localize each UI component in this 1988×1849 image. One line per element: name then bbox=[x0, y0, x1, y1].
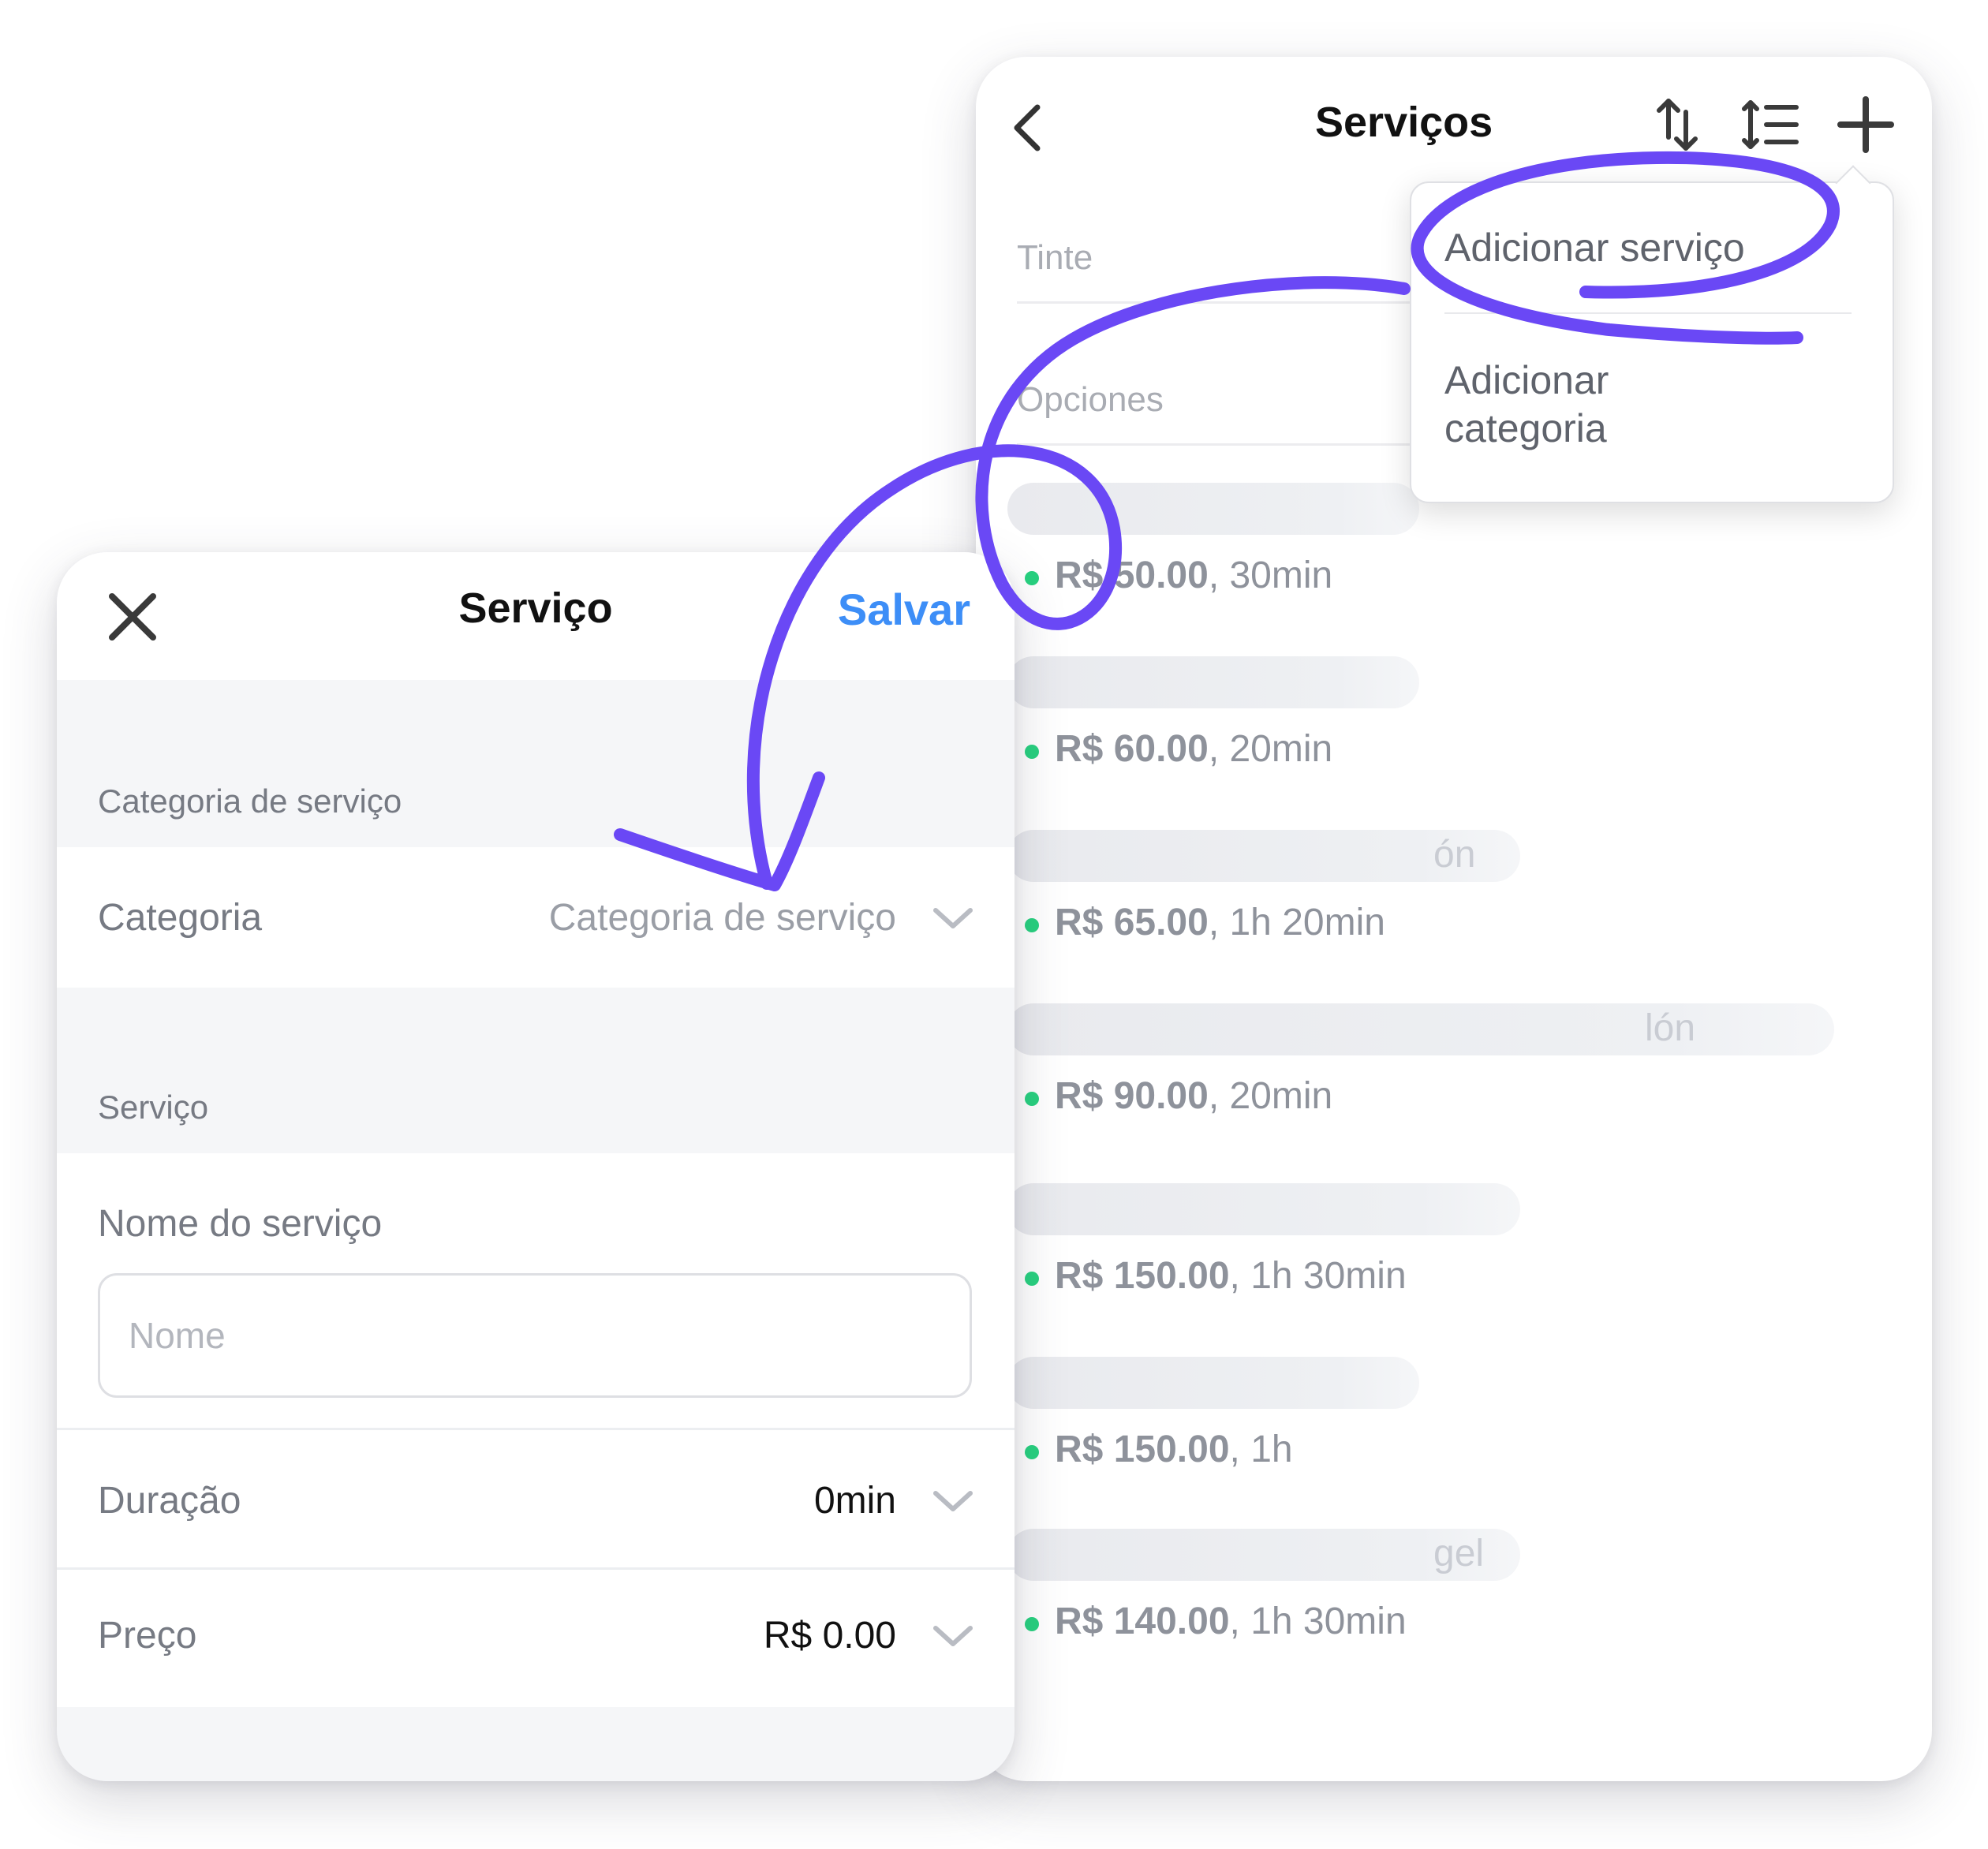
menu-item-add-service[interactable]: Adicionar serviço bbox=[1444, 224, 1745, 272]
list-order-button[interactable] bbox=[1740, 93, 1803, 156]
add-button[interactable] bbox=[1834, 93, 1897, 156]
service-meta: R$ 65.00, 1h 20min bbox=[1055, 902, 1385, 943]
chevron-down-icon bbox=[933, 908, 973, 928]
category-row-opciones[interactable]: Opciones bbox=[1017, 357, 1427, 446]
service-item[interactable]: gel R$ 140.00, 1h 30min bbox=[1007, 1529, 1875, 1679]
status-dot bbox=[1025, 1445, 1039, 1459]
service-meta: R$ 150.00, 1h 30min bbox=[1055, 1255, 1407, 1297]
status-dot bbox=[1025, 571, 1039, 585]
duration-label: Duração bbox=[98, 1480, 241, 1522]
menu-divider bbox=[1444, 312, 1852, 314]
status-dot bbox=[1025, 1092, 1039, 1106]
service-item[interactable]: ón R$ 65.00, 1h 20min bbox=[1007, 830, 1875, 980]
category-label: Tinte bbox=[1017, 238, 1093, 277]
service-form-screen: Serviço Salvar Categoria de serviço Cate… bbox=[57, 552, 1015, 1781]
save-button[interactable]: Salvar bbox=[838, 584, 970, 635]
menu-item-add-category[interactable]: Adicionar categoria bbox=[1444, 357, 1609, 453]
service-name-placeholder bbox=[1007, 1357, 1419, 1409]
duration-value: 0min bbox=[813, 1480, 896, 1522]
status-dot bbox=[1025, 918, 1039, 932]
chevron-down-icon bbox=[933, 1626, 973, 1646]
chevron-down-icon bbox=[933, 1491, 973, 1511]
service-name-placeholder bbox=[1007, 1183, 1520, 1235]
chevron-left-icon bbox=[1014, 104, 1041, 151]
category-row-tinte[interactable]: Tinte bbox=[1017, 215, 1427, 304]
service-name-placeholder bbox=[1007, 1003, 1834, 1055]
sort-arrows-icon bbox=[1657, 99, 1698, 151]
category-label: Opciones bbox=[1017, 380, 1164, 419]
service-meta: R$ 60.00, 20min bbox=[1055, 728, 1333, 770]
service-meta: R$ 90.00, 20min bbox=[1055, 1075, 1333, 1117]
service-section-label: Serviço bbox=[98, 1089, 209, 1126]
service-meta: R$ 140.00, 1h 30min bbox=[1055, 1601, 1407, 1642]
services-nav-bar: Serviços bbox=[976, 57, 1932, 199]
duration-row[interactable]: Duração 0min bbox=[57, 1430, 1015, 1567]
price-value: R$ 0.00 bbox=[763, 1615, 896, 1657]
service-item[interactable]: R$ 60.00, 20min bbox=[1007, 656, 1875, 806]
service-item[interactable]: R$ 150.00, 1h bbox=[1007, 1357, 1875, 1507]
category-section-label: Categoria de serviço bbox=[98, 783, 402, 820]
services-title: Serviços bbox=[1315, 99, 1493, 146]
ordered-list-icon bbox=[1742, 100, 1799, 149]
form-header: Serviço Salvar bbox=[57, 552, 1015, 680]
service-meta: R$ 50.00, 30min bbox=[1055, 555, 1333, 596]
service-name-label: Nome do serviço bbox=[98, 1203, 383, 1245]
service-name-row: Nome do serviço bbox=[57, 1153, 1015, 1428]
services-list-screen: Serviços Tinte Opciones R$ 50.00, 30min … bbox=[976, 57, 1932, 1781]
category-select-row[interactable]: Categoria Categoria de serviço bbox=[57, 847, 1015, 988]
category-value: Categoria de serviço bbox=[548, 897, 896, 939]
price-row[interactable]: Preço R$ 0.00 bbox=[57, 1570, 1015, 1707]
service-name-fragment: gel bbox=[1433, 1533, 1485, 1574]
price-label: Preço bbox=[98, 1615, 197, 1657]
status-dot bbox=[1025, 745, 1039, 759]
reorder-button[interactable] bbox=[1646, 93, 1710, 156]
plus-icon bbox=[1837, 96, 1894, 153]
back-button[interactable] bbox=[998, 96, 1061, 159]
service-name-fragment: ón bbox=[1433, 834, 1476, 876]
category-label: Categoria bbox=[98, 897, 263, 939]
service-name-input[interactable] bbox=[98, 1273, 972, 1398]
service-name-placeholder bbox=[1007, 483, 1419, 535]
service-meta: R$ 150.00, 1h bbox=[1055, 1429, 1293, 1470]
service-name-fragment: lón bbox=[1645, 1007, 1696, 1049]
status-dot bbox=[1025, 1617, 1039, 1631]
status-dot bbox=[1025, 1272, 1039, 1286]
service-name-placeholder bbox=[1007, 656, 1419, 708]
service-item[interactable]: lón R$ 90.00, 20min bbox=[1007, 1003, 1875, 1153]
service-item[interactable]: R$ 150.00, 1h 30min bbox=[1007, 1183, 1875, 1333]
service-item[interactable]: R$ 50.00, 30min bbox=[1007, 483, 1875, 633]
add-menu-popover: Adicionar serviço Adicionar categoria bbox=[1410, 165, 1894, 503]
